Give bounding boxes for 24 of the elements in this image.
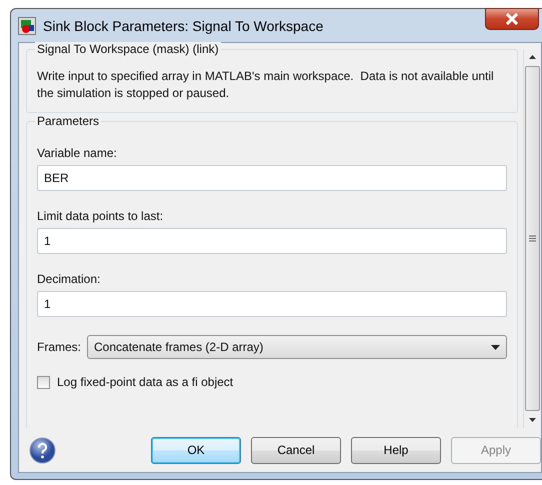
- group-title: Parameters: [35, 114, 102, 128]
- dropdown-arrow-icon[interactable]: [491, 344, 500, 350]
- dialog-button[interactable]: OK: [151, 436, 241, 464]
- block-icon: [18, 16, 36, 34]
- window-title: Sink Block Parameters: Signal To Workspace: [43, 18, 324, 34]
- field-label: Variable name:: [37, 146, 118, 160]
- description-text: Write input to specified array in MATLAB's main workspace. Data is not available until the simulation is stopped or paused.: [37, 68, 495, 102]
- group-title: Signal To Workspace (mask) (link): [35, 42, 221, 56]
- input-field[interactable]: 1: [37, 291, 507, 317]
- input-field[interactable]: BER: [37, 165, 507, 191]
- scrollbar-thumb[interactable]: [525, 66, 540, 411]
- close-icon[interactable]: [505, 13, 519, 25]
- close-button[interactable]: [485, 8, 539, 30]
- input-field[interactable]: 1: [37, 228, 507, 254]
- help-icon[interactable]: [29, 436, 56, 464]
- checkbox[interactable]: [37, 376, 50, 388]
- field-label: Frames:: [37, 340, 82, 354]
- checkbox-label: Log fixed-point data as a fi object: [57, 375, 234, 389]
- field-label: Limit data points to last:: [37, 209, 164, 223]
- field-label: Decimation:: [37, 272, 102, 286]
- dialog-button[interactable]: Cancel: [251, 436, 341, 464]
- grip-icon: [529, 235, 536, 242]
- dialog-button[interactable]: Help: [351, 436, 441, 464]
- frames-dropdown[interactable]: Concatenate frames (2-D array): [87, 335, 507, 359]
